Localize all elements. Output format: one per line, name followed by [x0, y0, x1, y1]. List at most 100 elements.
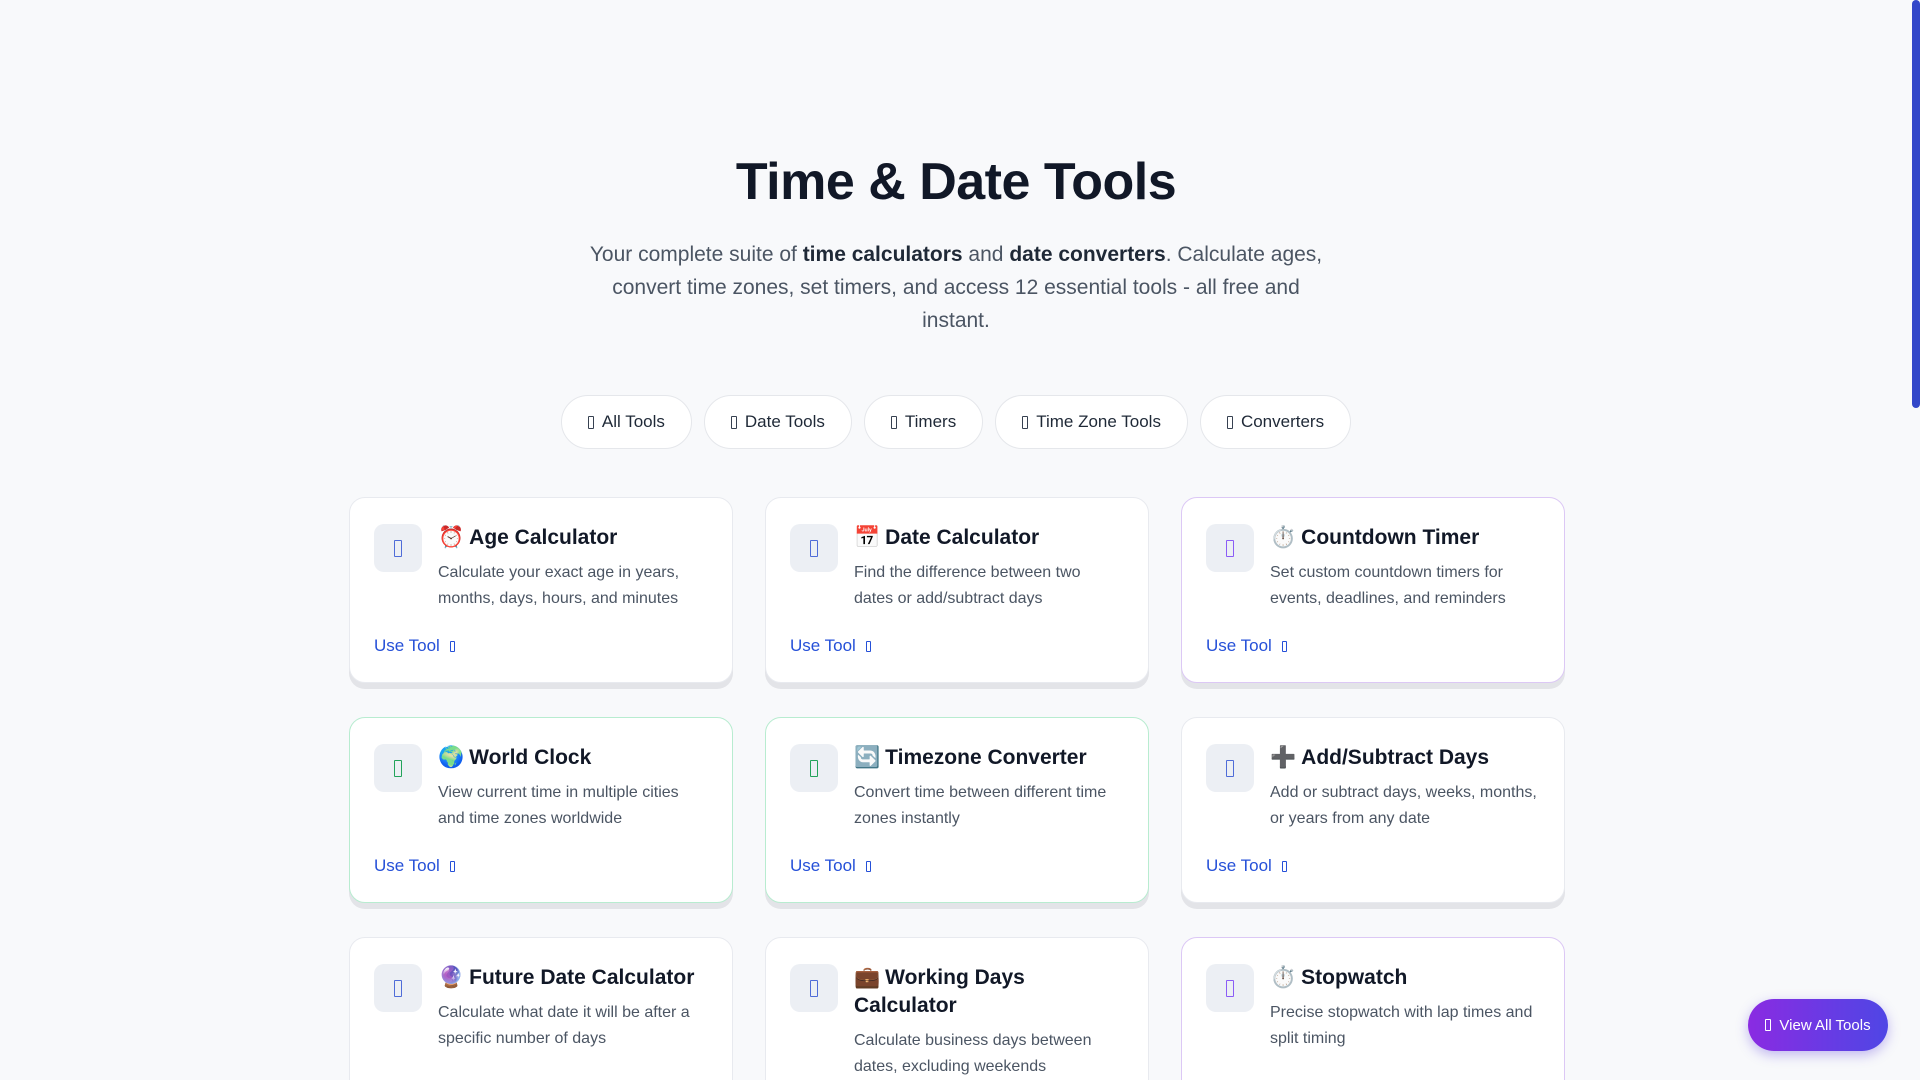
globe-icon [1022, 415, 1029, 429]
tool-title: ⏰ Age Calculator [438, 524, 708, 552]
tool-title-text: Future Date Calculator [469, 966, 695, 989]
globe-icon [374, 744, 422, 792]
use-tool-link[interactable]: Use Tool [790, 636, 871, 656]
earth-emoji-icon: 🌍 [438, 746, 465, 769]
crystal-ball-emoji-icon: 🔮 [438, 966, 465, 989]
filter-label: Converters [1240, 412, 1325, 431]
arrow-right-icon [1281, 860, 1287, 872]
tool-description: Add or subtract days, weeks, months, or … [1270, 784, 1537, 827]
use-tool-label: Use Tool [790, 856, 856, 875]
use-tool-label: Use Tool [1206, 636, 1272, 655]
tool-description: Find the difference between two dates or… [854, 564, 1081, 607]
arrow-right-icon [1281, 640, 1287, 652]
refresh-emoji-icon: 🔄 [854, 746, 881, 769]
tool-card-future-date-calculator[interactable]: 🔮 Future Date Calculator Calculate what d… [349, 937, 733, 1080]
calendar-forward-icon [374, 964, 422, 1012]
subtitle-text: and [962, 243, 1010, 266]
view-all-tools-label: View All Tools [1779, 1016, 1871, 1034]
page: Time & Date Tools Your complete suite of… [0, 0, 1920, 1080]
arrow-right-icon [449, 640, 455, 652]
filter-label: Date Tools [744, 412, 825, 431]
tool-card-date-calculator[interactable]: 📅 Date Calculator Find the difference bet… [765, 497, 1149, 683]
use-tool-label: Use Tool [1206, 856, 1272, 875]
scrollbar-track[interactable] [1910, 0, 1920, 1080]
scrollbar-thumb[interactable] [1912, 0, 1920, 408]
hourglass-icon [1206, 524, 1254, 572]
subtitle-text: Your complete suite of [589, 243, 803, 266]
grid-icon [1765, 1019, 1772, 1031]
tool-description: Calculate what date it will be after a s… [438, 1004, 690, 1047]
tool-title: 🔮 Future Date Calculator [438, 964, 708, 992]
page-subtitle: Your complete suite of time calculators … [576, 238, 1336, 337]
tool-card-add-subtract-days[interactable]: ➕ Add/Subtract Days Add or subtract days,… [1181, 717, 1565, 903]
tool-title-text: Age Calculator [469, 526, 618, 549]
use-tool-link[interactable]: Use Tool [790, 856, 871, 876]
tool-title-text: Stopwatch [1301, 966, 1408, 989]
hero-section: Time & Date Tools Your complete suite of… [0, 152, 1912, 337]
tool-title: ⏱️ Stopwatch [1270, 964, 1540, 992]
filter-timers[interactable]: Timers [863, 395, 984, 449]
tool-title: 💼 Working Days Calculator [854, 964, 1124, 1020]
briefcase-icon [790, 964, 838, 1012]
tool-description: Set custom countdown timers for events, … [1270, 564, 1506, 607]
use-tool-label: Use Tool [374, 856, 440, 875]
page-title: Time & Date Tools [735, 153, 1177, 211]
use-tool-link[interactable]: Use Tool [374, 636, 455, 656]
tool-description: Convert time between different time zone… [854, 784, 1107, 827]
calendar-emoji-icon: 📅 [854, 526, 881, 549]
tool-title: 🔄 Timezone Converter [854, 744, 1124, 772]
stopwatch-emoji-icon: ⏱️ [1270, 526, 1297, 549]
plus-emoji-icon: ➕ [1270, 746, 1297, 769]
arrow-right-icon [865, 860, 871, 872]
calendar-icon [790, 524, 838, 572]
tool-description: Calculate your exact age in years, month… [438, 564, 680, 607]
use-tool-label: Use Tool [374, 636, 440, 655]
tool-card-countdown-timer[interactable]: ⏱️ Countdown Timer Set custom countdown t… [1181, 497, 1565, 683]
tool-description: Calculate business days between dates, e… [854, 1032, 1092, 1075]
tool-title-text: Date Calculator [885, 526, 1040, 549]
filter-label: Timers [904, 412, 957, 431]
filter-all-tools[interactable]: All Tools [560, 395, 692, 449]
tool-title: 🌍 World Clock [438, 744, 708, 772]
tool-title: ➕ Add/Subtract Days [1270, 744, 1540, 772]
filter-label: All Tools [601, 412, 665, 431]
calculator-icon [374, 524, 422, 572]
tool-description: Precise stopwatch with lap times and spl… [1270, 1004, 1533, 1047]
tool-title-text: Timezone Converter [885, 746, 1087, 769]
use-tool-link[interactable]: Use Tool [374, 856, 455, 876]
category-filter-bar: All Tools Date Tools Timers Time Zone To… [0, 395, 1912, 449]
subtitle-bold-time-calculators: time calculators [802, 243, 963, 266]
filter-label: Time Zone Tools [1036, 412, 1161, 431]
tool-title-text: Countdown Timer [1301, 526, 1480, 549]
tool-card-stopwatch[interactable]: ⏱️ Stopwatch Precise stopwatch with lap t… [1181, 937, 1565, 1080]
tool-card-timezone-converter[interactable]: 🔄 Timezone Converter Convert time between… [765, 717, 1149, 903]
tool-title-text: World Clock [469, 746, 592, 769]
arrow-right-icon [449, 860, 455, 872]
briefcase-emoji-icon: 💼 [854, 966, 881, 989]
stopwatch-emoji-icon: ⏱️ [1270, 966, 1297, 989]
alarm-clock-icon: ⏰ [438, 526, 465, 549]
arrow-right-icon [865, 640, 871, 652]
tool-title: 📅 Date Calculator [854, 524, 1124, 552]
tools-grid: ⏰ Age Calculator Calculate your exact age… [349, 497, 1565, 1080]
exchange-icon [1226, 415, 1233, 429]
grid-icon [587, 415, 594, 429]
tool-card-working-days-calculator[interactable]: 💼 Working Days Calculator Calculate busin… [765, 937, 1149, 1080]
timer-icon [890, 415, 897, 429]
tool-card-world-clock[interactable]: 🌍 World Clock View current time in multip… [349, 717, 733, 903]
use-tool-label: Use Tool [790, 636, 856, 655]
filter-date-tools[interactable]: Date Tools [703, 395, 852, 449]
tool-description: View current time in multiple cities and… [438, 784, 679, 827]
calendar-icon [730, 415, 737, 429]
filter-converters[interactable]: Converters [1199, 395, 1352, 449]
tool-title: ⏱️ Countdown Timer [1270, 524, 1540, 552]
calendar-plus-icon [1206, 744, 1254, 792]
view-all-tools-button[interactable]: View All Tools [1748, 999, 1888, 1051]
use-tool-link[interactable]: Use Tool [1206, 856, 1287, 876]
filter-time-zone-tools[interactable]: Time Zone Tools [995, 395, 1188, 449]
tool-title-text: Add/Subtract Days [1301, 746, 1490, 769]
tool-card-age-calculator[interactable]: ⏰ Age Calculator Calculate your exact age… [349, 497, 733, 683]
use-tool-link[interactable]: Use Tool [1206, 636, 1287, 656]
stopwatch-icon [1206, 964, 1254, 1012]
exchange-icon [790, 744, 838, 792]
